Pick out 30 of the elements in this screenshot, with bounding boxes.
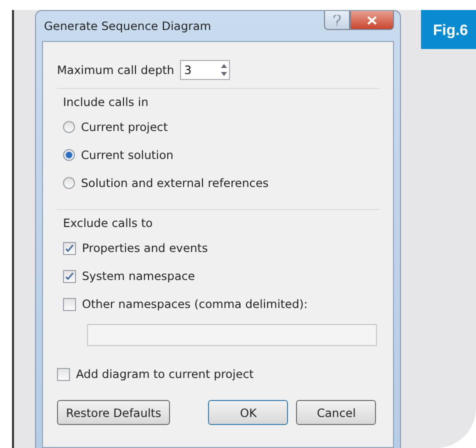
option-label: Add diagram to current project: [76, 367, 254, 381]
checkbox[interactable]: [63, 270, 76, 282]
field-label: Maximum call depth: [57, 63, 174, 77]
dialog-button[interactable]: OK: [208, 400, 288, 425]
close-button[interactable]: [350, 11, 394, 30]
radio-button[interactable]: [63, 121, 75, 133]
close-icon: [367, 16, 377, 24]
checkbox[interactable]: [63, 242, 76, 254]
figure-label: Fig.6: [420, 10, 476, 49]
radio-button[interactable]: [63, 149, 75, 161]
help-button[interactable]: [324, 11, 350, 30]
checkmark-icon: [65, 272, 74, 280]
option-label: Properties and events: [82, 241, 208, 255]
checkbox[interactable]: [57, 368, 70, 380]
option-label: Current project: [81, 120, 168, 134]
help-icon: [333, 14, 341, 26]
option-label: Current solution: [81, 148, 174, 162]
depth-spinner[interactable]: 3: [180, 60, 230, 80]
option-label: System namespace: [82, 269, 195, 283]
namespaces-input-field[interactable]: [87, 324, 377, 346]
option-label: Solution and external references: [81, 176, 269, 190]
group-title: Include calls in: [63, 94, 150, 111]
dialog-button[interactable]: Cancel: [296, 400, 376, 425]
option-label: Other namespaces (comma delimited):: [82, 297, 308, 311]
checkmark-icon: [65, 244, 74, 252]
radio-button[interactable]: [63, 177, 75, 189]
group-title: Exclude calls to: [63, 215, 154, 232]
checkbox[interactable]: [63, 298, 76, 310]
window-title: Generate Sequence Diagram: [43, 19, 212, 33]
dialog-button[interactable]: Restore Defaults: [57, 400, 170, 425]
